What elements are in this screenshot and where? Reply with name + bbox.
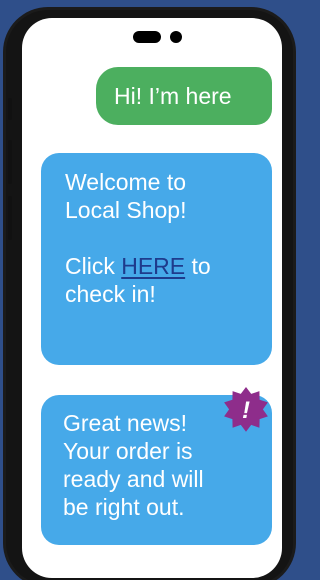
- news-line-4: be right out.: [63, 494, 185, 520]
- click-prefix: Click: [65, 253, 122, 279]
- speaker-notch: [133, 31, 161, 43]
- outgoing-message-bubble: Hi! I’m here: [96, 67, 272, 125]
- volume-up-button: [8, 140, 12, 184]
- welcome-line-1: Welcome to: [65, 169, 187, 195]
- news-line-2: Your order is: [63, 438, 193, 464]
- check-in-link[interactable]: HERE: [121, 253, 185, 279]
- page-background: Hi! I’m here Welcome to Local Shop! Clic…: [0, 0, 299, 580]
- exclamation-badge-icon: !: [224, 387, 268, 432]
- volume-down-button: [8, 196, 12, 240]
- mute-switch: [8, 98, 12, 120]
- outgoing-message-text: Hi! I’m here: [114, 83, 232, 109]
- welcome-message-bubble: Welcome to Local Shop! Click HERE to che…: [41, 153, 272, 365]
- welcome-line-4: check in!: [65, 281, 156, 307]
- front-camera: [170, 31, 182, 43]
- welcome-line-2: Local Shop!: [65, 197, 187, 223]
- click-suffix: to: [185, 253, 211, 279]
- badge-exclamation-mark: !: [242, 397, 250, 424]
- news-line-3: ready and will: [63, 466, 204, 492]
- check-in-line: Click HERE to: [65, 252, 258, 280]
